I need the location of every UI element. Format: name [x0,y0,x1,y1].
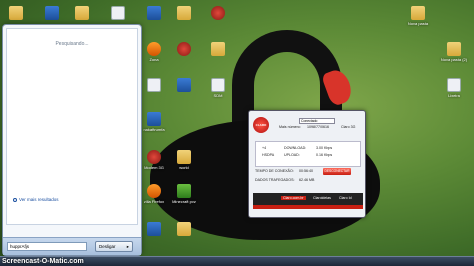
app-icon [177,78,191,92]
shutdown-label: Desligar [99,244,116,249]
desktop-icon-label: nakaftrumfa [143,127,165,132]
doc-icon [111,6,125,20]
watermark: Screencast-O-Matic.com [2,258,84,265]
desktop-icon[interactable] [204,6,232,21]
desktop-icon[interactable]: Zona [140,42,168,62]
red-icon [211,6,225,20]
doc-icon [211,78,225,92]
plan-label: Claro 3G [341,125,356,129]
download-label: DOWNLOAD: [284,146,307,150]
upload-value: 0.16 Kbps [316,153,333,157]
desktop-icon[interactable] [140,78,168,93]
desktop-icon[interactable] [204,42,232,57]
folder-icon [177,150,191,164]
banner-item[interactable]: Claro Id [339,196,352,200]
more-results-label: Ver mais resultados [19,197,59,202]
folder-icon [411,6,425,20]
desktop-icon[interactable] [2,6,30,21]
desktop-icon[interactable]: Nova pasta [404,6,432,26]
desktop-icon-label: Lixeira [448,93,460,98]
claro-logo: CLARO [253,117,269,133]
desktop-icon[interactable] [38,6,66,21]
desktop-icon-label: Zona [149,57,159,62]
banner-item[interactable]: Claroideias [313,196,331,200]
doc-icon [447,78,461,92]
modem-dialer-window: CLARO Conectado Mais número: 1098/77/061… [248,110,366,218]
searching-label: Pesquisando... [55,41,89,47]
red-icon [147,150,161,164]
desktop-icon[interactable]: zilla Firefox [140,184,168,204]
start-menu: Pesquisando... Ver mais resultados huppr… [2,24,142,256]
more-results-link[interactable]: Ver mais resultados [13,197,59,202]
desktop-icon[interactable]: nakaftrumfa [140,112,168,132]
folder-icon [211,42,225,56]
desktop-icon-label: SDM [213,93,223,98]
signal-label: +4 [262,146,267,150]
network-label: HSDPA [262,153,275,157]
app-icon [147,222,161,236]
banner-stripe [253,205,363,209]
ad-banner[interactable]: Claro.com.br Claroideias Claro Id [253,193,363,205]
desktop-icon[interactable]: Nova pasta (2) [440,42,468,62]
upload-label: UPLOAD: [284,153,300,157]
desktop-icon[interactable] [170,78,198,93]
desktop-icon[interactable]: SDM [204,78,232,98]
desktop-icon[interactable] [140,6,168,21]
red-icon [177,42,191,56]
desktop-icon[interactable] [140,222,168,237]
desktop-icon-label: world [179,165,189,170]
data-label: DADOS TRAFEGADOS: [255,178,295,182]
folder-icon [9,6,23,20]
desktop-icon[interactable] [68,6,96,21]
doc-icon [147,78,161,92]
phone-value: 1098/77/0616 [307,125,329,129]
time-value: 00:56:40 [299,169,313,173]
app-icon [147,112,161,126]
desktop-icon[interactable]: Modem 3G [140,150,168,170]
desktop-icon-label: Nova pasta [407,21,429,26]
folder-icon [177,6,191,20]
desktop-icon[interactable] [170,222,198,237]
desktop-icon-label: zilla Firefox [143,199,165,204]
banner-item[interactable]: Claro.com.br [281,196,306,200]
orange-icon [147,184,161,198]
desktop-icon-label: Modem 3G [144,165,164,170]
time-label: TEMPO DE CONEXÃO: [255,169,294,173]
app-icon [45,6,59,20]
start-search-input[interactable]: hupprAfjs [7,242,87,251]
chevron-right-icon[interactable]: ▸ [127,244,129,250]
folder-icon [75,6,89,20]
search-icon [13,197,17,202]
search-results-list: Pesquisando... Ver mais resultados [6,28,138,225]
desktop-icon-label: Minecraft pvz [172,199,196,204]
status-select[interactable]: Conectado [299,118,335,124]
desktop: Zona SDM nakaftrumfa Modem 3G world zilla Fir… [0,0,474,266]
shutdown-button[interactable]: Desligar ▸ [95,241,133,252]
folder-icon [177,222,191,236]
desktop-icon[interactable]: Lixeira [440,78,468,98]
desktop-icon[interactable] [104,6,132,21]
app-icon [147,6,161,20]
desktop-icon-label: Nova pasta (2) [440,57,468,62]
orange-icon [147,42,161,56]
start-footer: hupprAfjs Desligar ▸ [3,237,141,255]
traffic-panel: +4 HSDPA DOWNLOAD: 3.00 Kbps UPLOAD: 0.1… [255,141,361,167]
download-value: 3.00 Kbps [316,146,333,150]
green-icon [177,184,191,198]
desktop-icon[interactable]: Minecraft pvz [170,184,198,204]
data-value: 62.46 MB [299,178,315,182]
desktop-icon[interactable] [170,6,198,21]
desktop-icon[interactable] [170,42,198,57]
disconnect-button[interactable]: DESCONECTAR [323,168,351,175]
desktop-icon[interactable]: world [170,150,198,170]
folder-icon [447,42,461,56]
phone-label: Mais número: [279,125,301,129]
